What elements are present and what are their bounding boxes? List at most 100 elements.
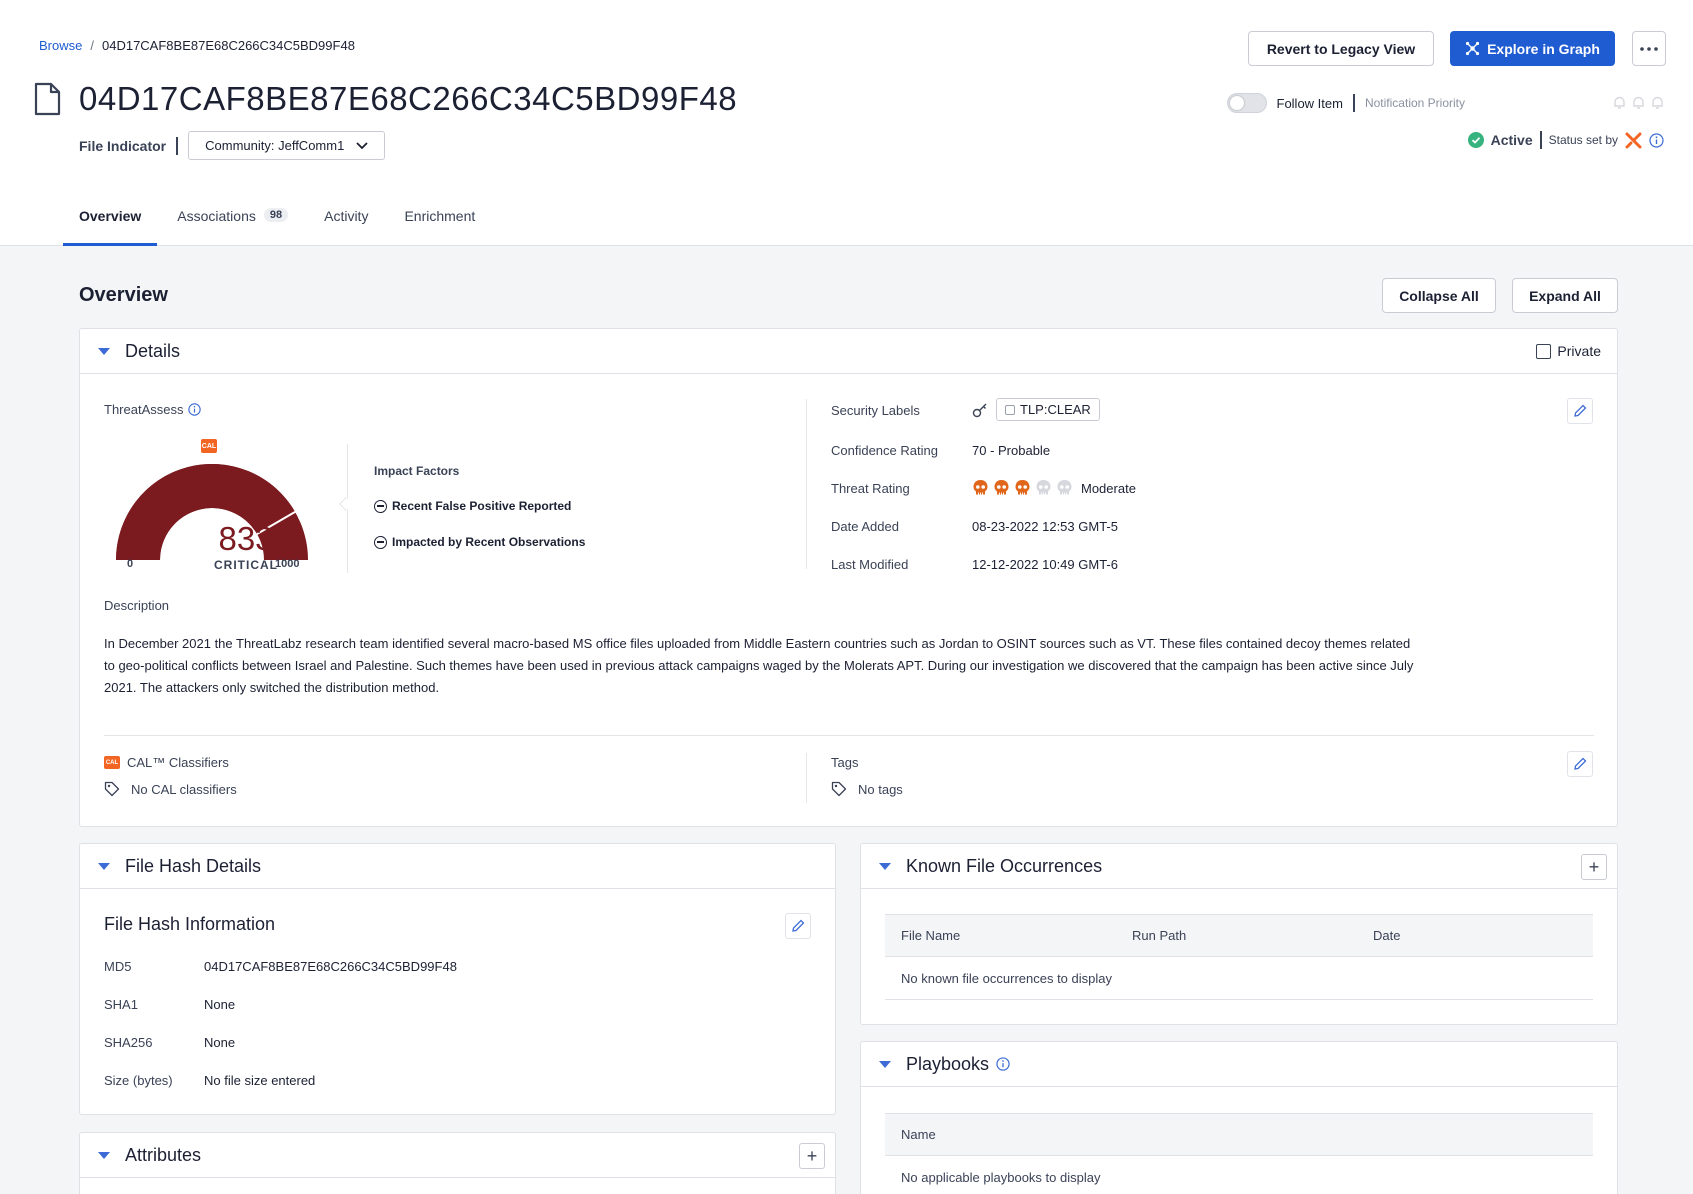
follow-label: Follow Item xyxy=(1276,95,1343,111)
cal-badge: CAL xyxy=(201,439,217,453)
title-row: 04D17CAF8BE87E68C266C34C5BD99F48 xyxy=(33,80,737,118)
skull-icon xyxy=(1015,480,1030,495)
last-modified-label: Last Modified xyxy=(831,557,909,572)
cal-classifiers-heading: CAL CAL™ Classifiers xyxy=(104,755,229,770)
expand-all-button[interactable]: Expand All xyxy=(1512,278,1618,313)
last-modified-value: 12-12-2022 10:49 GMT-6 xyxy=(972,557,1118,572)
playbooks-header[interactable]: Playbooks xyxy=(861,1042,1617,1087)
divider xyxy=(1539,131,1542,149)
collapse-caret-icon[interactable] xyxy=(98,1151,110,1159)
attributes-panel: Attributes + xyxy=(79,1132,836,1194)
explore-graph-button[interactable]: Explore in Graph xyxy=(1450,31,1615,66)
table-header: File Name Run Path Date xyxy=(885,914,1593,957)
impact-factor-item: Recent False Positive Reported xyxy=(374,499,571,513)
community-dropdown[interactable]: Community: JeffComm1 xyxy=(188,131,386,160)
impact-factor-text: Impacted by Recent Observations xyxy=(392,535,586,549)
tag-icon xyxy=(104,781,120,797)
description-line: In December 2021 the ThreatLabz research… xyxy=(104,636,1411,651)
impact-factor-item: Impacted by Recent Observations xyxy=(374,535,585,549)
details-header[interactable]: Details Private xyxy=(80,329,1617,374)
hash-md5-label: MD5 xyxy=(104,959,132,974)
gauge-value: 833 xyxy=(218,520,274,557)
file-size-value: No file size entered xyxy=(204,1073,316,1088)
revert-legacy-button[interactable]: Revert to Legacy View xyxy=(1248,31,1434,66)
threatassess-label: ThreatAssess xyxy=(104,402,184,417)
breadcrumb-separator: / xyxy=(90,38,94,53)
bell-icon[interactable] xyxy=(1650,95,1665,110)
pencil-icon xyxy=(1574,404,1587,417)
table-header: Name xyxy=(885,1113,1593,1156)
info-icon[interactable] xyxy=(188,403,202,416)
column-header-file-name[interactable]: File Name xyxy=(901,928,960,943)
tab-label: Overview xyxy=(79,208,142,224)
add-occurrence-button[interactable]: + xyxy=(1581,854,1607,880)
private-control: Private xyxy=(1536,343,1601,359)
hash-sha256-label: SHA256 xyxy=(104,1035,153,1050)
pencil-icon xyxy=(1574,757,1587,770)
minus-circle-icon xyxy=(374,499,387,513)
known-occurrences-panel: Known File Occurrences + File Name Run P… xyxy=(860,843,1618,1025)
file-icon xyxy=(34,82,61,116)
panel-title: Playbooks xyxy=(906,1053,990,1074)
skull-icon xyxy=(994,480,1009,495)
collapse-all-button[interactable]: Collapse All xyxy=(1382,278,1496,313)
hash-sha1-value: None xyxy=(204,997,236,1012)
more-options-button[interactable] xyxy=(1632,31,1666,66)
threat-rating-label: Threat Rating xyxy=(831,481,910,496)
gauge-min: 0 xyxy=(127,558,134,570)
hash-md5-value: 04D17CAF8BE87E68C266C34C5BD99F48 xyxy=(204,959,457,974)
edit-file-hash-button[interactable] xyxy=(785,913,811,939)
status-active: Active xyxy=(1490,132,1533,148)
collapse-caret-icon[interactable] xyxy=(879,862,891,870)
edit-tags-button[interactable] xyxy=(1567,751,1593,777)
impact-factors-title: Impact Factors xyxy=(374,464,460,478)
tab-enrichment[interactable]: Enrichment xyxy=(388,208,491,246)
impact-factor-text: Recent False Positive Reported xyxy=(392,499,572,513)
date-added-label: Date Added xyxy=(831,519,899,534)
description-label: Description xyxy=(104,598,170,613)
page-header: Browse / 04D17CAF8BE87E68C266C34C5BD99F4… xyxy=(0,0,1693,246)
column-header-date[interactable]: Date xyxy=(1373,928,1400,943)
collapse-caret-icon[interactable] xyxy=(98,862,110,870)
graph-icon xyxy=(1465,41,1480,56)
private-checkbox[interactable] xyxy=(1536,343,1552,359)
cal-classifiers-value: No CAL classifiers xyxy=(131,781,237,797)
add-attribute-button[interactable]: + xyxy=(799,1143,825,1169)
key-icon xyxy=(972,403,987,418)
breadcrumb: Browse / 04D17CAF8BE87E68C266C34C5BD99F4… xyxy=(39,38,355,53)
details-panel: Details Private ThreatAssess CAL 833 CRI… xyxy=(79,328,1618,827)
known-occurrences-header[interactable]: Known File Occurrences + xyxy=(861,844,1617,889)
attributes-header[interactable]: Attributes + xyxy=(80,1133,835,1178)
section-title: Overview xyxy=(79,284,168,306)
security-labels-label: Security Labels xyxy=(831,403,920,418)
more-icon xyxy=(1640,46,1658,51)
bell-icon[interactable] xyxy=(1631,95,1646,110)
column-header-name[interactable]: Name xyxy=(901,1127,936,1142)
tab-associations[interactable]: Associations 98 xyxy=(161,208,304,246)
file-hash-header[interactable]: File Hash Details xyxy=(80,844,835,889)
tlp-label[interactable]: TLP:CLEAR xyxy=(996,398,1100,421)
info-icon[interactable] xyxy=(996,1057,1010,1071)
tags-row: No tags xyxy=(831,781,903,797)
bell-icon[interactable] xyxy=(1612,95,1627,110)
indicator-meta: File Indicator Community: JeffComm1 xyxy=(79,131,386,160)
date-added-value: 08-23-2022 12:53 GMT-5 xyxy=(972,519,1118,534)
breadcrumb-browse-link[interactable]: Browse xyxy=(39,38,82,53)
tags-label: Tags xyxy=(831,755,859,770)
collapse-caret-icon[interactable] xyxy=(879,1060,891,1068)
pointer-arrow xyxy=(338,496,354,512)
skull-icon xyxy=(973,480,988,495)
edit-details-button[interactable] xyxy=(1567,398,1593,424)
panel-title: Known File Occurrences xyxy=(906,855,1103,876)
info-icon[interactable] xyxy=(1649,132,1664,148)
tab-activity[interactable]: Activity xyxy=(308,208,384,246)
status-row: Active Status set by xyxy=(1467,131,1664,149)
collapse-caret-icon[interactable] xyxy=(98,347,110,355)
pencil-icon xyxy=(792,919,805,932)
explore-graph-label: Explore in Graph xyxy=(1487,40,1600,57)
divider xyxy=(806,753,807,803)
column-header-run-path[interactable]: Run Path xyxy=(1132,928,1186,943)
tab-overview[interactable]: Overview xyxy=(63,208,158,246)
follow-toggle[interactable] xyxy=(1226,93,1267,113)
notification-bells[interactable] xyxy=(1612,95,1665,110)
